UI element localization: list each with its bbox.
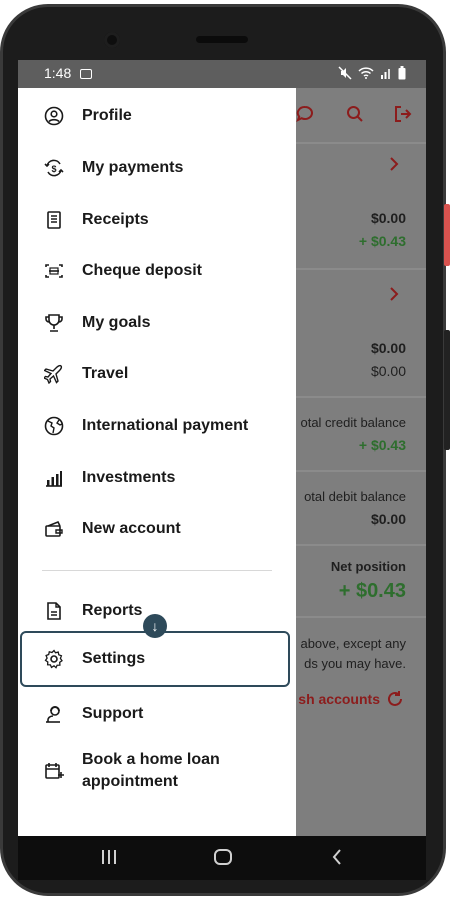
account-1-balance: $0.00 xyxy=(370,210,406,226)
chevron-right-icon[interactable] xyxy=(388,156,400,172)
screen: 1:48 $0.00 + $0.43 $0.00 $0.00 otal cred… xyxy=(18,60,426,836)
status-time: 1:48 xyxy=(44,65,72,81)
menu-label-my-payments: My payments xyxy=(82,159,184,176)
refresh-accounts-link[interactable]: sh accounts xyxy=(298,691,380,707)
cheque-icon xyxy=(44,261,64,281)
menu-label-my-goals: My goals xyxy=(82,314,151,331)
chevron-right-icon[interactable] xyxy=(388,286,400,302)
menu-item-travel[interactable]: Travel xyxy=(18,352,296,396)
signal-icon xyxy=(381,69,390,79)
account-1-change: + $0.43 xyxy=(358,233,406,249)
mute-icon xyxy=(338,66,352,80)
menu-label-receipts: Receipts xyxy=(82,211,149,228)
chart-icon xyxy=(44,468,64,488)
row-divider xyxy=(296,268,426,270)
menu-label-profile: Profile xyxy=(82,107,132,124)
account-2-balance: $0.00 xyxy=(370,340,406,356)
navigation-drawer: Profile $ My payments Receipts Cheque de… xyxy=(18,88,296,836)
account-2-change: $0.00 xyxy=(370,363,406,379)
menu-item-my-payments[interactable]: $ My payments xyxy=(18,146,296,190)
battery-icon xyxy=(398,66,406,80)
status-icons xyxy=(338,66,406,80)
calendar-add-icon xyxy=(44,761,64,781)
row-divider xyxy=(296,544,426,546)
refresh-icon[interactable] xyxy=(386,690,404,708)
menu-label-settings: Settings xyxy=(82,650,146,667)
menu-label-travel: Travel xyxy=(82,365,129,382)
profile-icon xyxy=(44,106,64,126)
globe-icon xyxy=(44,416,64,436)
menu-label-line-2: appointment xyxy=(82,773,178,790)
row-divider xyxy=(296,616,426,618)
menu-label-book-home-loan: Book a home loan appointment xyxy=(82,749,220,793)
total-debit-label: otal debit balance xyxy=(304,489,406,504)
search-icon[interactable] xyxy=(346,105,364,123)
header-divider xyxy=(296,142,426,144)
menu-label-support: Support xyxy=(82,705,144,722)
menu-label-new-account: New account xyxy=(82,520,181,537)
total-credit-label: otal credit balance xyxy=(300,415,406,430)
menu-label-international-payment: International payment xyxy=(82,417,249,434)
trophy-icon xyxy=(44,313,64,333)
svg-text:$: $ xyxy=(51,164,56,174)
system-navigation-bar xyxy=(18,836,426,880)
net-position-label: Net position xyxy=(330,559,406,574)
menu-item-settings[interactable]: Settings xyxy=(18,637,296,681)
menu-item-cheque-deposit[interactable]: Cheque deposit xyxy=(18,249,296,293)
side-button-power xyxy=(444,330,450,450)
menu-item-investments[interactable]: Investments xyxy=(18,456,296,500)
row-divider xyxy=(296,396,426,398)
back-icon[interactable] xyxy=(330,846,344,868)
background-header xyxy=(296,88,426,142)
menu-item-new-account[interactable]: New account xyxy=(18,507,296,551)
status-bar: 1:48 xyxy=(18,60,426,88)
arrow-down-icon: ↓ xyxy=(143,614,167,638)
payments-icon: $ xyxy=(44,158,64,178)
plane-icon xyxy=(44,364,64,384)
side-button-red xyxy=(444,204,450,266)
total-credit-value: + $0.43 xyxy=(358,437,406,453)
menu-item-profile[interactable]: Profile xyxy=(18,94,296,138)
chat-icon[interactable] xyxy=(296,105,314,123)
recent-apps-icon[interactable] xyxy=(100,846,118,868)
receipts-icon xyxy=(44,210,64,230)
wifi-icon xyxy=(358,67,374,79)
front-camera xyxy=(104,32,120,48)
logout-icon[interactable] xyxy=(394,105,412,123)
home-icon[interactable] xyxy=(213,846,233,868)
menu-label-line-1: Book a home loan xyxy=(82,751,220,768)
menu-item-support[interactable]: Support xyxy=(18,692,296,736)
reports-icon xyxy=(44,601,64,621)
menu-item-receipts[interactable]: Receipts xyxy=(18,198,296,242)
wallet-icon xyxy=(44,519,64,539)
total-debit-value: $0.00 xyxy=(370,511,406,527)
menu-item-book-home-loan-appointment[interactable]: Book a home loan appointment xyxy=(18,746,296,796)
menu-label-reports: Reports xyxy=(82,602,143,619)
image-notification-icon xyxy=(80,69,92,79)
menu-label-investments: Investments xyxy=(82,469,176,486)
menu-item-my-goals[interactable]: My goals xyxy=(18,301,296,345)
menu-item-international-payment[interactable]: International payment xyxy=(18,404,296,448)
net-position-value: + $0.43 xyxy=(338,580,406,602)
gear-icon xyxy=(44,649,64,669)
menu-divider xyxy=(42,570,272,571)
support-icon xyxy=(44,704,64,724)
disclaimer-line-2: ds you may have. xyxy=(304,656,406,671)
row-divider xyxy=(296,470,426,472)
speaker-grille xyxy=(196,36,248,43)
disclaimer-line-1: above, except any xyxy=(300,636,406,651)
menu-label-cheque-deposit: Cheque deposit xyxy=(82,262,203,279)
